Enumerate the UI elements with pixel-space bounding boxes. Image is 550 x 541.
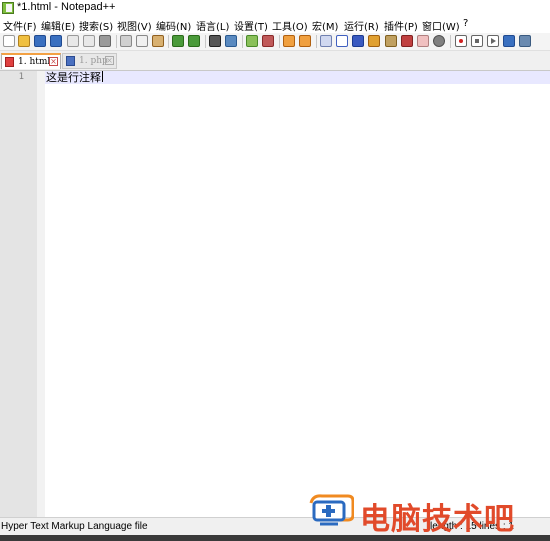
toolbar-separator: [205, 35, 206, 48]
tab-1-php[interactable]: 1. php ×: [62, 53, 117, 69]
word-wrap-icon[interactable]: [320, 35, 332, 47]
close-file-icon[interactable]: [67, 35, 79, 47]
unsaved-file-icon: [5, 57, 14, 67]
sync-vertical-icon[interactable]: [283, 35, 295, 47]
tab-label: 1. html: [18, 57, 51, 67]
zoom-out-icon[interactable]: [262, 35, 274, 47]
menu-language[interactable]: 语言(L): [196, 18, 229, 33]
notepadpp-icon: [2, 2, 14, 14]
menu-run[interactable]: 运行(R): [344, 18, 379, 33]
menu-file[interactable]: 文件(F): [3, 18, 37, 33]
menu-macro[interactable]: 宏(M): [312, 18, 338, 33]
code-line[interactable]: 这是行注释: [46, 71, 103, 84]
saved-file-icon: [66, 56, 75, 66]
menu-edit[interactable]: 编辑(E): [41, 18, 75, 33]
toolbar-separator: [242, 35, 243, 48]
open-file-icon[interactable]: [18, 35, 30, 47]
folder-workspace-icon[interactable]: [417, 35, 429, 47]
line-number: 1: [18, 72, 24, 82]
menu-search[interactable]: 搜索(S): [79, 18, 113, 33]
copy-icon[interactable]: [136, 35, 148, 47]
undo-icon[interactable]: [172, 35, 184, 47]
toolbar-separator: [116, 35, 117, 48]
save-all-icon[interactable]: [50, 35, 62, 47]
menu-view[interactable]: 视图(V): [117, 18, 152, 33]
menu-window[interactable]: 窗口(W): [422, 18, 460, 33]
indent-guide-icon[interactable]: [352, 35, 364, 47]
title-bar: *1.html - Notepad++: [0, 0, 550, 17]
window-title: *1.html - Notepad++: [17, 1, 116, 13]
text-caret: [102, 71, 103, 82]
function-list-icon[interactable]: [401, 35, 413, 47]
play-macro-icon[interactable]: [487, 35, 499, 47]
print-icon[interactable]: [99, 35, 111, 47]
menu-help[interactable]: ?: [463, 18, 468, 29]
close-tab-icon[interactable]: ×: [105, 56, 114, 65]
code-text: 这是行注释: [46, 71, 101, 84]
menu-bar: 文件(F) 编辑(E) 搜索(S) 视图(V) 编码(N) 语言(L) 设置(T…: [0, 17, 550, 33]
sync-horizontal-icon[interactable]: [299, 35, 311, 47]
toolbar: [0, 33, 550, 51]
replace-icon[interactable]: [225, 35, 237, 47]
menu-plugins[interactable]: 插件(P): [384, 18, 418, 33]
language-icon[interactable]: [368, 35, 380, 47]
toolbar-separator: [168, 35, 169, 48]
watermark-logo-icon: [309, 494, 354, 526]
stop-macro-icon[interactable]: [471, 35, 483, 47]
fold-margin: [37, 71, 45, 517]
tab-bar: 1. html × 1. php ×: [0, 51, 550, 71]
toolbar-separator: [279, 35, 280, 48]
find-icon[interactable]: [209, 35, 221, 47]
save-macro-icon[interactable]: [519, 35, 531, 47]
current-line-highlight: [45, 71, 550, 84]
redo-icon[interactable]: [188, 35, 200, 47]
menu-settings[interactable]: 设置(T): [234, 18, 268, 33]
close-all-icon[interactable]: [83, 35, 95, 47]
close-tab-icon[interactable]: ×: [49, 57, 58, 66]
run-macro-multiple-icon[interactable]: [503, 35, 515, 47]
doc-map-icon[interactable]: [385, 35, 397, 47]
zoom-in-icon[interactable]: [246, 35, 258, 47]
record-macro-icon[interactable]: [455, 35, 467, 47]
paste-icon[interactable]: [152, 35, 164, 47]
menu-tools[interactable]: 工具(O): [272, 18, 308, 33]
watermark-text: 电脑技术吧: [360, 502, 515, 537]
editor-area[interactable]: [45, 71, 550, 517]
tab-label: 1. php: [79, 56, 108, 66]
monitoring-icon[interactable]: [433, 35, 445, 47]
save-icon[interactable]: [34, 35, 46, 47]
toolbar-separator: [450, 35, 451, 48]
menu-encoding[interactable]: 编码(N): [156, 18, 191, 33]
line-number-gutter: [0, 71, 38, 517]
toolbar-separator: [316, 35, 317, 48]
tab-1-html[interactable]: 1. html ×: [1, 53, 61, 69]
cut-icon[interactable]: [120, 35, 132, 47]
show-all-chars-icon[interactable]: [336, 35, 348, 47]
file-type-status: Hyper Text Markup Language file: [1, 521, 148, 532]
new-file-icon[interactable]: [3, 35, 15, 47]
